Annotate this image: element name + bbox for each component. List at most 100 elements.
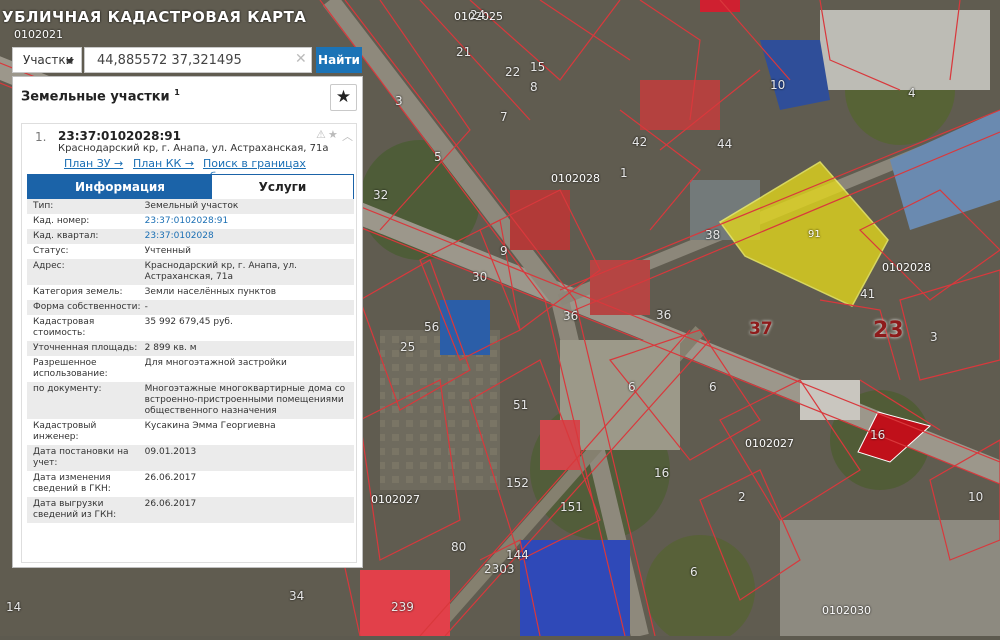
- info-key: Кадастровая стоимость:: [33, 317, 95, 338]
- parcel-label: 10: [770, 78, 786, 92]
- parcel-label: 151: [560, 500, 583, 514]
- parcel-label: 22: [505, 65, 521, 79]
- parcel-label: 30: [472, 270, 488, 284]
- parcel-label: 32: [373, 188, 389, 202]
- parcel-label: 36: [656, 308, 672, 322]
- info-value: Кусакина Эмма Георгиевна: [144, 421, 276, 431]
- star-icon: ★: [335, 87, 352, 107]
- panel-title-text: Земельные участки: [21, 89, 170, 105]
- result-cad-number: 23:37:0102028:91: [58, 129, 181, 143]
- info-key: Кадастровый инженер:: [33, 421, 97, 442]
- quarter-label: 0102027: [371, 493, 420, 506]
- quarter-label: 0102028: [882, 261, 931, 274]
- object-type-dropdown[interactable]: Участки: [12, 47, 82, 73]
- chevron-down-icon: [66, 59, 74, 64]
- info-row: Категория земель: Земли населённых пункто…: [27, 285, 354, 300]
- district-label: 23: [873, 318, 904, 343]
- parcel-label: 4: [908, 86, 916, 100]
- info-value: 09.01.2013: [144, 447, 197, 457]
- district-label: 37: [749, 319, 773, 339]
- parcel-label: 6: [628, 380, 636, 394]
- quarter-label: 0102027: [745, 437, 794, 450]
- parcel-label: 1: [620, 166, 628, 180]
- parcel-label: 239: [391, 600, 414, 614]
- info-row: Тип: Земельный участок: [27, 199, 354, 214]
- parcel-label: 51: [513, 398, 529, 412]
- parcel-label: 3: [930, 330, 938, 344]
- app-title: УБЛИЧНАЯ КАДАСТРОВАЯ КАРТА: [2, 8, 307, 26]
- info-value: 2 899 кв. м: [144, 343, 197, 353]
- result-tabs: Информация Услуги: [27, 174, 354, 200]
- plan-zu-link[interactable]: План ЗУ →: [64, 157, 123, 170]
- info-row: Статус: Учтенный: [27, 244, 354, 259]
- favorite-button[interactable]: ★: [330, 84, 357, 111]
- info-value: -: [144, 302, 148, 312]
- info-row: Кадастровый инженер: Кусакина Эмма Георги…: [27, 419, 354, 445]
- cad-quarter-link[interactable]: 23:37:0102028: [141, 229, 354, 244]
- info-value: Многоэтажные многоквартирные дома со вст…: [144, 384, 346, 416]
- close-icon[interactable]: ✕: [295, 51, 307, 67]
- parcel-label: 56: [424, 320, 440, 334]
- star-icon[interactable]: ★: [328, 128, 338, 141]
- parcel-label: 6: [709, 380, 717, 394]
- info-key: Дата выгрузки сведений из ГКН:: [33, 499, 117, 520]
- parcel-label: 15: [530, 60, 546, 74]
- info-row: Адрес: Краснодарский кр, г. Анапа, ул. Ас…: [27, 259, 354, 285]
- parcel-label: 2: [738, 490, 746, 504]
- info-key: Кад. квартал:: [33, 231, 99, 241]
- info-value: Учтенный: [144, 246, 191, 256]
- result-address: Краснодарский кр, г. Анапа, ул. Астрахан…: [58, 143, 329, 154]
- info-key: по документу:: [33, 384, 102, 394]
- result-index: 1.: [35, 130, 47, 144]
- search-input[interactable]: [84, 47, 312, 73]
- parcel-label: 10: [968, 490, 984, 504]
- info-row: Разрешенное использование: Для многоэтажн…: [27, 356, 354, 382]
- tab-services[interactable]: Услуги: [212, 175, 353, 199]
- parcel-label: 16: [870, 428, 886, 442]
- parcel-label: 25: [400, 340, 416, 354]
- info-value: Краснодарский кр, г. Анапа, ул. Астрахан…: [144, 261, 297, 282]
- info-value: Земельный участок: [144, 201, 239, 211]
- info-row: Кадастровая стоимость: 35 992 679,45 руб.: [27, 315, 354, 341]
- info-row: Кад. квартал: 23:37:0102028: [27, 229, 354, 244]
- info-key: Тип:: [33, 201, 54, 211]
- parcel-label: 34: [289, 589, 305, 603]
- parcel-label: 5: [434, 150, 442, 164]
- parcel-label: 9: [500, 244, 508, 258]
- parcel-label: 152: [506, 476, 529, 490]
- info-table: Тип: Земельный участок Кад. номер: 23:37:0…: [27, 199, 354, 523]
- info-value: Для многоэтажной застройки: [144, 358, 287, 368]
- quarter-label: 0102030: [822, 604, 871, 617]
- results-panel: Земельные участки 1 ★ 1. 23:37:0102028:9…: [12, 76, 363, 568]
- parcel-label: 7: [500, 110, 508, 124]
- chevron-up-icon[interactable]: ︿: [342, 128, 353, 144]
- result-card: 1. 23:37:0102028:91 Краснодарский кр, г.…: [21, 123, 357, 563]
- parcel-label: 41: [860, 287, 876, 301]
- results-count: 1: [174, 88, 180, 97]
- panel-title: Земельные участки 1: [21, 88, 180, 104]
- parcel-label: 16: [654, 466, 670, 480]
- info-value: 26.06.2017: [144, 473, 197, 483]
- tab-info[interactable]: Информация: [28, 175, 212, 199]
- parcel-label: 2303: [484, 562, 515, 576]
- info-key: Категория земель:: [33, 287, 123, 297]
- parcel-label: 36: [563, 309, 579, 323]
- warning-icon[interactable]: ⚠: [316, 128, 326, 141]
- info-value: 35 992 679,45 руб.: [144, 317, 233, 327]
- parcel-label: 44: [717, 137, 733, 151]
- plan-kk-link[interactable]: План КК →: [133, 157, 194, 170]
- info-row: Дата выгрузки сведений из ГКН: 26.06.2017: [27, 497, 354, 523]
- info-row: Кад. номер: 23:37:0102028:91: [27, 214, 354, 229]
- info-row: Дата постановки на учет: 09.01.2013: [27, 445, 354, 471]
- info-row: Уточненная площадь: 2 899 кв. м: [27, 341, 354, 356]
- parcel-label: 8: [530, 80, 538, 94]
- parcel-label: 14: [6, 600, 22, 614]
- parcel-label: 80: [451, 540, 467, 554]
- cad-number-link[interactable]: 23:37:0102028:91: [141, 214, 354, 229]
- info-key: Кад. номер:: [33, 216, 90, 226]
- info-row: Дата изменения сведений в ГКН: 26.06.2017: [27, 471, 354, 497]
- info-key: Форма собственности:: [33, 302, 141, 312]
- find-button[interactable]: Найти: [316, 47, 362, 73]
- parcel-label: 144: [506, 548, 529, 562]
- parcel-label: 38: [705, 228, 721, 242]
